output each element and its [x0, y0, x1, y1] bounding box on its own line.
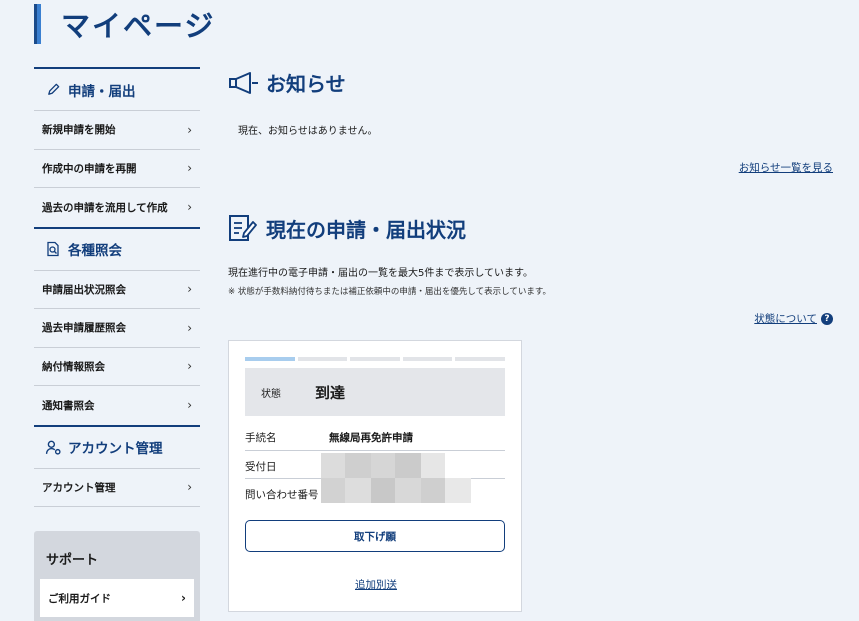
progress-step: [402, 357, 453, 361]
sidebar-section-application: 申請・届出: [34, 67, 200, 111]
page-title: マイページ: [61, 9, 216, 43]
pencil-icon: [44, 81, 62, 99]
megaphone-icon: [228, 70, 260, 96]
progress-step: [350, 357, 400, 361]
status-description: 現在進行中の電子申請・届出の一覧を最大5件まで表示しています。: [228, 268, 534, 279]
state-label: 状態: [261, 388, 281, 400]
page-header: マイページ: [34, 0, 215, 48]
chevron-right-icon: ›: [187, 200, 192, 215]
progress-step: [297, 357, 348, 361]
application-status-card: 状態 到達 手続名 無線局再免許申請 受付日 問い合わせ番号 取下げ願 追加別送: [228, 340, 522, 612]
sidebar-item-resume-draft[interactable]: 作成中の申請を再開 ›: [34, 150, 200, 188]
sidebar-item-reuse-past[interactable]: 過去の申請を流用して作成 ›: [34, 188, 200, 227]
chevron-right-icon: ›: [187, 122, 192, 137]
progress-steps: [245, 357, 505, 361]
support-item-user-guide[interactable]: ご利用ガイド ›: [40, 579, 194, 617]
sidebar-item-account-management[interactable]: アカウント管理 ›: [34, 469, 200, 507]
status-priority-note: ※ 状態が手数料納付待ちまたは補正依頼中の申請・届出を優先して表示しています。: [228, 287, 551, 297]
chevron-right-icon: ›: [181, 591, 186, 605]
progress-step: [455, 357, 505, 361]
status-about-link[interactable]: 状態について: [754, 311, 817, 326]
form-edit-icon: [228, 213, 258, 243]
notice-list-link[interactable]: お知らせ一覧を見る: [739, 162, 833, 174]
progress-step: [245, 357, 295, 361]
status-section-title: 現在の申請・届出状況: [228, 213, 466, 243]
notice-empty-message: 現在、お知らせはありません。: [238, 126, 378, 137]
user-settings-icon: [44, 438, 62, 456]
header-accent-bar: [34, 4, 41, 44]
chevron-right-icon: ›: [187, 359, 192, 374]
question-circle-icon[interactable]: ?: [821, 312, 833, 325]
chevron-right-icon: ›: [187, 480, 192, 495]
sidebar-item-notice-inquiry[interactable]: 通知書照会 ›: [34, 386, 200, 425]
status-box: 状態 到達: [245, 368, 505, 416]
sidebar-section-inquiry: 各種照会: [34, 226, 200, 271]
info-row-procedure: 手続名 無線局再免許申請: [245, 432, 413, 444]
sidebar-section-account: アカウント管理: [34, 424, 200, 469]
chevron-right-icon: ›: [187, 161, 192, 176]
notice-section-title: お知らせ: [228, 68, 346, 97]
state-value: 到達: [315, 383, 346, 402]
chevron-right-icon: ›: [187, 320, 192, 335]
sidebar-item-status-inquiry[interactable]: 申請届出状況照会 ›: [34, 271, 200, 309]
sidebar-item-payment-inquiry[interactable]: 納付情報照会 ›: [34, 348, 200, 386]
document-search-icon: [44, 240, 62, 258]
sidebar: 申請・届出 新規申請を開始 › 作成中の申請を再開 › 過去の申請を流用して作成 › …: [34, 67, 200, 507]
support-panel: サポート ご利用ガイド ›: [34, 531, 200, 621]
chevron-right-icon: ›: [187, 398, 192, 413]
row-divider: [245, 450, 505, 451]
sidebar-item-history-inquiry[interactable]: 過去申請履歴照会 ›: [34, 309, 200, 348]
procedure-name: 無線局再免許申請: [329, 432, 413, 444]
support-title: サポート: [46, 553, 99, 568]
withdraw-button[interactable]: 取下げ願: [245, 520, 505, 552]
additional-submission-link[interactable]: 追加別送: [355, 579, 397, 591]
sidebar-item-new-application[interactable]: 新規申請を開始 ›: [34, 111, 200, 150]
chevron-right-icon: ›: [187, 282, 192, 297]
